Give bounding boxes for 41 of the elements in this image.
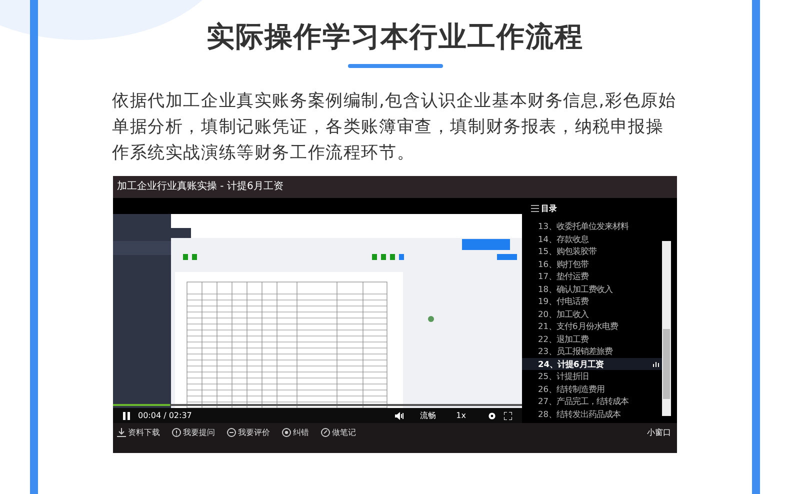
playback-time: 00:04 / 02:37 bbox=[138, 411, 192, 420]
speed-button[interactable]: 1x bbox=[456, 411, 466, 420]
toc-item[interactable]: 16、购打包带 bbox=[522, 258, 663, 270]
toc-item[interactable]: 23、员工报销差旅费 bbox=[522, 345, 663, 358]
question-button[interactable]: 我要提问 bbox=[172, 427, 215, 438]
toc-item[interactable]: 21、支付6月份水电费 bbox=[522, 320, 663, 332]
toc-item[interactable]: 25、计提折旧 bbox=[522, 370, 663, 382]
minus-circle-icon bbox=[227, 428, 236, 437]
toc-item[interactable]: 26、结转制造费用 bbox=[522, 382, 663, 395]
toc-item[interactable]: 24、计提6月工资 bbox=[522, 358, 663, 370]
pencil-circle-icon bbox=[321, 428, 330, 437]
toc-item[interactable]: 22、退加工费 bbox=[522, 332, 663, 345]
rate-button[interactable]: 我要评价 bbox=[227, 427, 270, 438]
toc-item[interactable]: 28、结转发出药品成本 bbox=[522, 408, 663, 420]
toc-item[interactable]: 13、收委托单位发来材料 bbox=[522, 220, 663, 232]
mini-window-button[interactable]: 小窗口 bbox=[647, 427, 671, 438]
toc-title: 目录 bbox=[541, 203, 557, 214]
toc-item[interactable]: 27、产品完工，结转成本 bbox=[522, 395, 663, 408]
download-icon bbox=[117, 428, 126, 437]
fullscreen-icon[interactable] bbox=[504, 412, 512, 420]
info-icon bbox=[172, 428, 181, 437]
volume-icon[interactable] bbox=[395, 412, 404, 420]
player-title: 加工企业行业真账实操 - 计提6月工资 bbox=[113, 176, 677, 198]
toc-item[interactable]: 18、确认加工费收入 bbox=[522, 282, 663, 295]
download-button[interactable]: 资料下载 bbox=[117, 427, 160, 438]
error-button[interactable]: 纠错 bbox=[282, 427, 309, 438]
bars-icon bbox=[653, 360, 659, 367]
quality-button[interactable]: 流畅 bbox=[420, 410, 436, 421]
toc-item[interactable]: 19、付电话费 bbox=[522, 295, 663, 308]
play-pause-button[interactable] bbox=[123, 412, 130, 420]
section-title: 实际操作学习本行业工作流程 bbox=[206, 19, 584, 55]
toc-item[interactable]: 17、垫付运费 bbox=[522, 270, 663, 282]
note-button[interactable]: 做笔记 bbox=[321, 427, 356, 438]
settings-icon[interactable] bbox=[488, 412, 496, 420]
toc-item[interactable]: 15、购包装胶带 bbox=[522, 245, 663, 258]
description-text: 依据代加工企业真实账务案例编制,包含认识企业基本财务信息,彩色原始单据分析，填制记账凭证，各类账簿审查，填制财务报表，纳税申报操作系统实战演练等财务工作流程环节。 bbox=[112, 90, 678, 165]
toc-item[interactable]: 14、存款收息 bbox=[522, 232, 663, 245]
scrollbar[interactable] bbox=[662, 241, 671, 416]
toc-item[interactable]: 20、加工收入 bbox=[522, 308, 663, 320]
list-icon bbox=[531, 205, 539, 212]
target-icon bbox=[282, 428, 291, 437]
